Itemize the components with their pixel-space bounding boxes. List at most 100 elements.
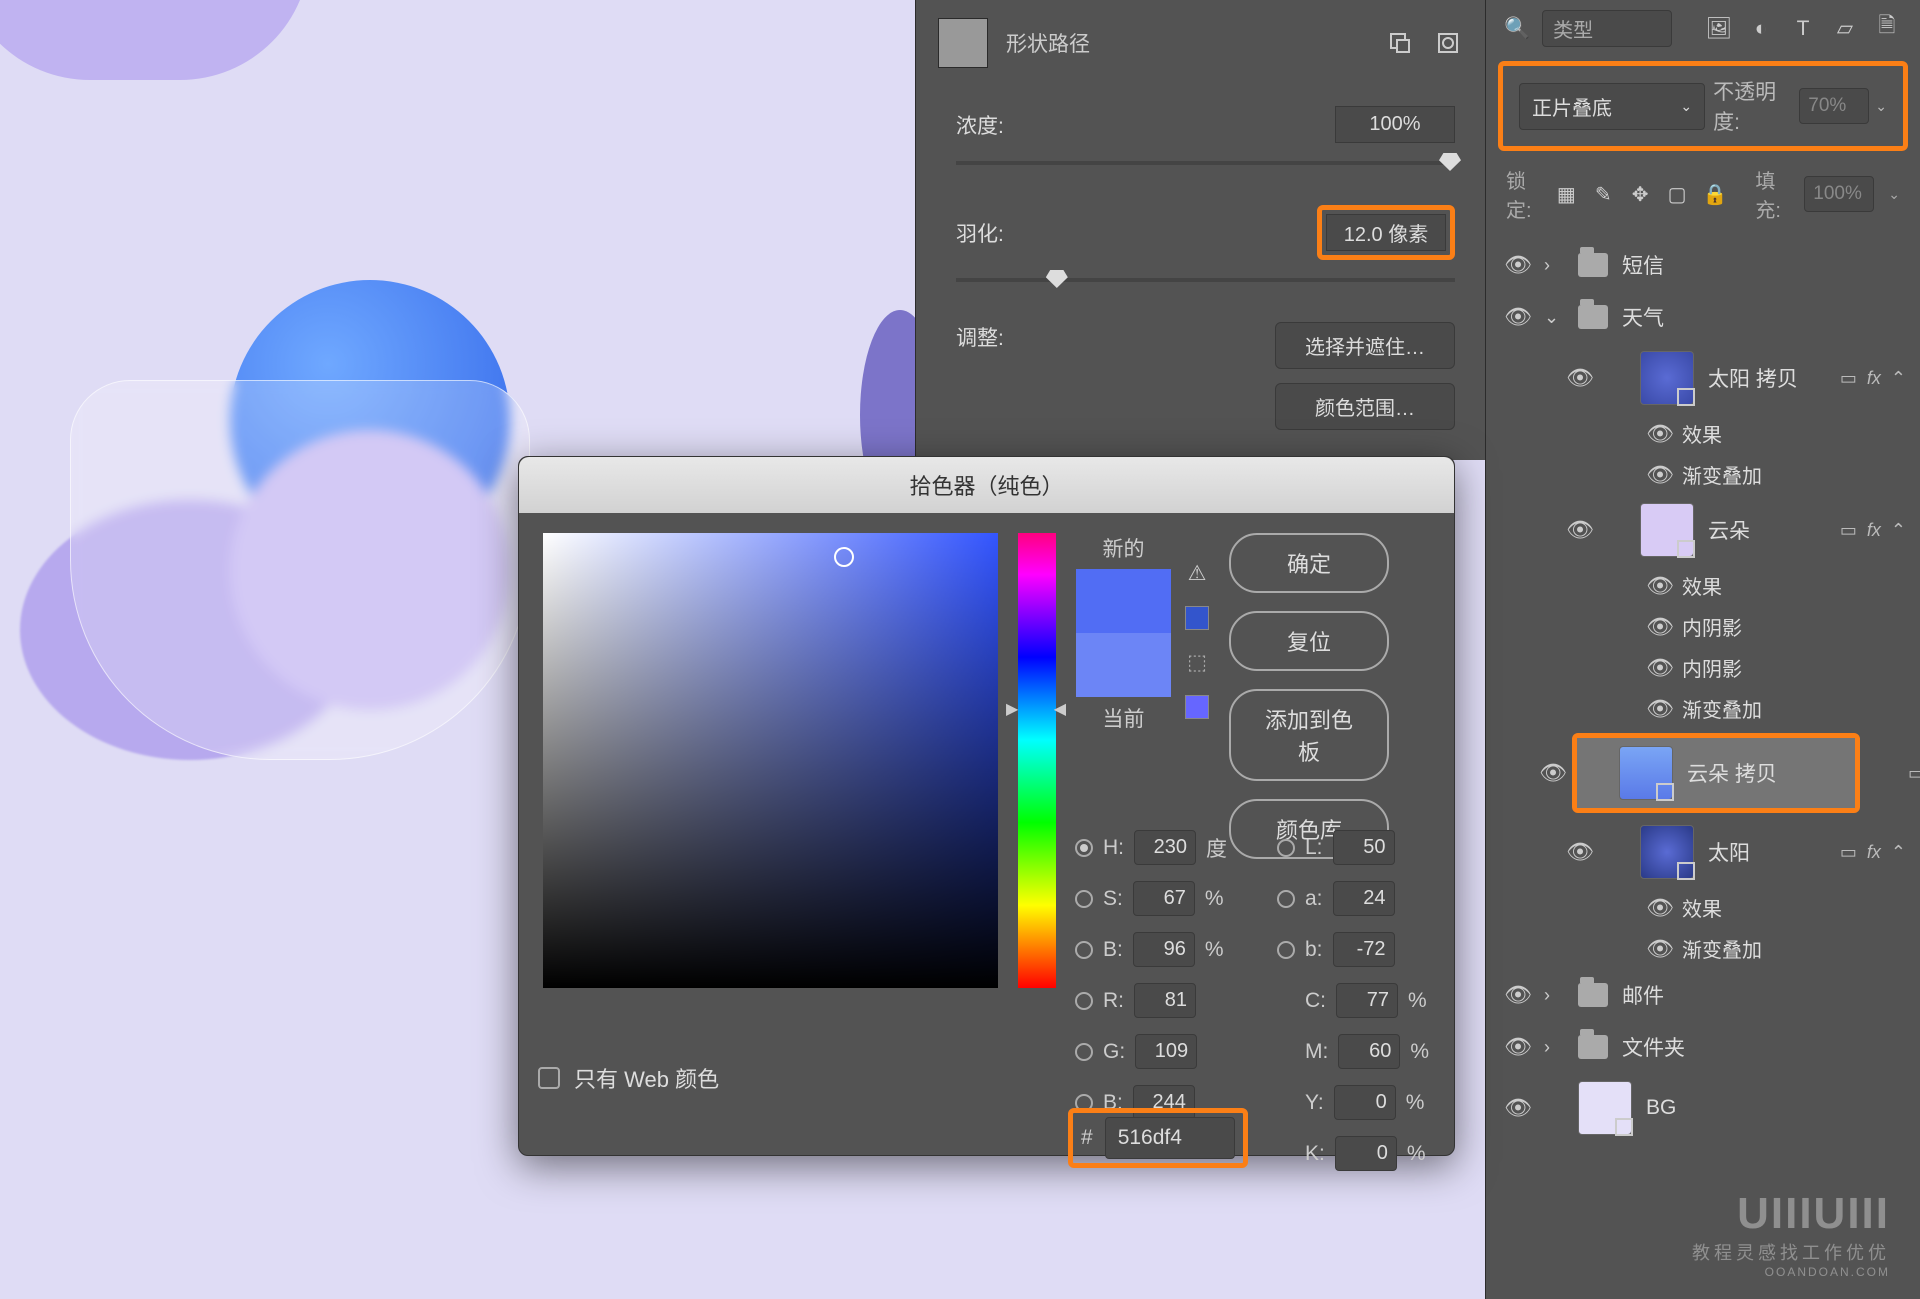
h-input[interactable] [1134, 830, 1196, 865]
lock-artboard-icon[interactable]: ▢ [1666, 179, 1689, 209]
collapse-fx-icon[interactable]: ⌃ [1891, 368, 1906, 389]
link-icon[interactable]: ▭ [1840, 520, 1857, 541]
visibility-icon[interactable]: 👁 [1646, 895, 1672, 921]
link-icon[interactable]: ▭ [1840, 368, 1857, 389]
add-swatch-button[interactable]: 添加到色板 [1229, 689, 1389, 781]
fx-row[interactable]: 👁渐变叠加 [1646, 688, 1920, 729]
radio-h[interactable] [1075, 839, 1093, 857]
color-range-button[interactable]: 颜色范围… [1275, 383, 1455, 430]
closest-web-swatch[interactable] [1185, 606, 1209, 630]
expand-icon[interactable]: › [1544, 985, 1564, 1006]
fx-row[interactable]: 👁渐变叠加 [1646, 928, 1920, 969]
a-input[interactable] [1333, 881, 1395, 916]
radio-b2[interactable] [1277, 941, 1295, 959]
l-input[interactable] [1333, 830, 1395, 865]
expand-icon[interactable]: › [1544, 1037, 1564, 1058]
density-input[interactable] [1335, 106, 1455, 143]
link-icon[interactable]: ▭ [1908, 763, 1920, 784]
saturation-value-box[interactable] [543, 533, 998, 988]
collapse-fx-icon[interactable]: ⌃ [1891, 842, 1906, 863]
k-input[interactable] [1335, 1136, 1397, 1171]
g-input[interactable] [1135, 1034, 1197, 1069]
radio-a[interactable] [1277, 890, 1295, 908]
y-input[interactable] [1334, 1085, 1396, 1120]
visibility-icon[interactable]: 👁 [1504, 982, 1530, 1008]
c-input[interactable] [1336, 983, 1398, 1018]
filter-text-icon[interactable]: T [1788, 14, 1818, 44]
fx-row[interactable]: 👁效果 [1646, 565, 1920, 606]
radio-r[interactable] [1075, 992, 1093, 1010]
visibility-icon[interactable]: 👁 [1646, 936, 1672, 962]
visibility-icon[interactable]: 👁 [1504, 1095, 1530, 1121]
visibility-icon[interactable]: 👁 [1566, 517, 1592, 543]
r-input[interactable] [1134, 983, 1196, 1018]
layer-folder[interactable]: 👁 › 邮件 [1486, 969, 1920, 1021]
collapse-fx-icon[interactable]: ⌃ [1891, 520, 1906, 541]
select-and-mask-button[interactable]: 选择并遮住… [1275, 322, 1455, 369]
mask-options-icon[interactable] [1433, 28, 1463, 58]
radio-s[interactable] [1075, 890, 1093, 908]
visibility-icon[interactable]: 👁 [1646, 696, 1672, 722]
fx-row[interactable]: 👁内阴影 [1646, 647, 1920, 688]
visibility-icon[interactable]: 👁 [1646, 655, 1672, 681]
layer-item[interactable]: 👁 云朵 ▭fx⌃ [1486, 495, 1920, 565]
web-only-checkbox-row[interactable]: 只有 Web 颜色 [538, 1062, 719, 1094]
filter-smart-icon[interactable]: 🗎 [1872, 14, 1902, 44]
closest-safe-swatch[interactable] [1185, 695, 1209, 719]
link-icon[interactable]: ▭ [1840, 842, 1857, 863]
b2-input[interactable] [1333, 932, 1395, 967]
visibility-icon[interactable]: 👁 [1566, 839, 1592, 865]
visibility-icon[interactable]: 👁 [1539, 760, 1565, 786]
opacity-input[interactable] [1799, 88, 1869, 124]
feather-input[interactable] [1326, 214, 1446, 251]
radio-b[interactable] [1075, 941, 1093, 959]
visibility-icon[interactable]: 👁 [1646, 614, 1672, 640]
layer-folder[interactable]: 👁 › 文件夹 [1486, 1021, 1920, 1073]
visibility-icon[interactable]: 👁 [1646, 421, 1672, 447]
filter-pixel-icon[interactable]: 🖼 [1704, 14, 1734, 44]
layer-item-selected[interactable]: 👁 云朵 拷贝 ▭ [1577, 738, 1855, 808]
visibility-icon[interactable]: 👁 [1646, 462, 1672, 488]
fx-row[interactable]: 👁效果 [1646, 413, 1920, 454]
visibility-icon[interactable]: 👁 [1566, 365, 1592, 391]
radio-g[interactable] [1075, 1043, 1093, 1061]
layer-folder[interactable]: 👁 ⌄ 天气 [1486, 291, 1920, 343]
visibility-icon[interactable]: 👁 [1504, 252, 1530, 278]
fx-row[interactable]: 👁渐变叠加 [1646, 454, 1920, 495]
m-input[interactable] [1338, 1034, 1400, 1069]
ok-button[interactable]: 确定 [1229, 533, 1389, 593]
s-input[interactable] [1133, 881, 1195, 916]
b-input[interactable] [1133, 932, 1195, 967]
lock-position-icon[interactable]: ✥ [1629, 179, 1652, 209]
filter-shape-icon[interactable]: ▱ [1830, 14, 1860, 44]
layer-item[interactable]: 👁 太阳 拷贝 ▭fx⌃ [1486, 343, 1920, 413]
radio-l[interactable] [1277, 839, 1295, 857]
lock-pixels-icon[interactable]: ▦ [1555, 179, 1578, 209]
warning-icon[interactable]: ⚠ [1188, 561, 1207, 586]
fx-row[interactable]: 👁效果 [1646, 887, 1920, 928]
lock-brush-icon[interactable]: ✎ [1592, 179, 1615, 209]
visibility-icon[interactable]: 👁 [1504, 1034, 1530, 1060]
fill-input[interactable] [1804, 176, 1874, 212]
layer-item[interactable]: 👁 太阳 ▭fx⌃ [1486, 817, 1920, 887]
filter-adjust-icon[interactable]: ◐ [1746, 14, 1776, 44]
fx-row[interactable]: 👁内阴影 [1646, 606, 1920, 647]
lock-all-icon[interactable]: 🔒 [1703, 179, 1728, 209]
visibility-icon[interactable]: 👁 [1646, 573, 1672, 599]
blend-mode-select[interactable]: 正片叠底 ⌄ [1519, 83, 1705, 130]
add-mask-icon[interactable] [1385, 28, 1415, 58]
checkbox[interactable] [538, 1067, 560, 1089]
layer-filter-input[interactable] [1542, 10, 1672, 47]
collapse-icon[interactable]: ⌄ [1544, 307, 1564, 328]
hue-slider[interactable]: ▶◀ [1018, 533, 1056, 988]
feather-slider[interactable] [956, 278, 1455, 282]
sv-cursor[interactable] [834, 547, 854, 567]
cube-icon[interactable]: ⬚ [1187, 650, 1207, 675]
reset-button[interactable]: 复位 [1229, 611, 1389, 671]
expand-icon[interactable]: › [1544, 255, 1564, 276]
density-slider[interactable] [956, 161, 1455, 165]
layer-item[interactable]: 👁 BG [1486, 1073, 1920, 1143]
layer-folder[interactable]: 👁 › 短信 [1486, 239, 1920, 291]
hex-input[interactable] [1105, 1117, 1235, 1159]
visibility-icon[interactable]: 👁 [1504, 304, 1530, 330]
